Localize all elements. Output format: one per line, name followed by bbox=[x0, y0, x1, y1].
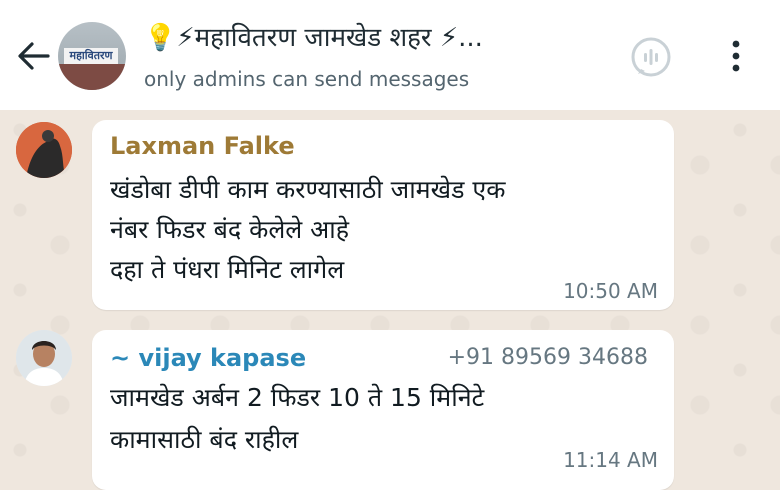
message-sender: ~ vijay kapase bbox=[110, 344, 307, 372]
chat-header: महावितरण 💡⚡महावितरण जामखेड शहर ⚡... only… bbox=[0, 0, 780, 110]
more-vert-icon[interactable] bbox=[724, 38, 748, 76]
back-arrow-icon[interactable] bbox=[14, 38, 54, 74]
group-avatar[interactable]: महावितरण bbox=[58, 22, 126, 90]
message-bubble-1[interactable]: Laxman Falke खंडोबा डीपी काम करण्यासाठी … bbox=[92, 120, 674, 310]
message-bubble-2[interactable]: ~ vijay kapase +91 89569 34688 जामखेड अर… bbox=[92, 330, 674, 490]
avatar-sign-text: महावितरण bbox=[64, 48, 118, 64]
group-title[interactable]: 💡⚡महावितरण जामखेड शहर ⚡... bbox=[144, 16, 614, 60]
message-text-line: कामासाठी बंद राहील bbox=[110, 425, 299, 454]
message-sender: Laxman Falke bbox=[110, 132, 295, 160]
message-timestamp: 10:50 AM bbox=[563, 279, 658, 303]
message-text-line: नंबर फिडर बंद केलेले आहे bbox=[110, 215, 349, 244]
message-text-line: जामखेड अर्बन 2 फिडर 10 ते 15 मिनिटे bbox=[110, 383, 485, 412]
sender-phone-number: +91 89569 34688 bbox=[447, 345, 648, 370]
group-subtitle: only admins can send messages bbox=[144, 67, 470, 91]
sender-avatar-vijay[interactable] bbox=[16, 330, 72, 386]
message-text-line: दहा ते पंधरा मिनिट लागेल bbox=[110, 255, 345, 284]
avatar-wall bbox=[58, 64, 126, 90]
message-text-line: खंडोबा डीपी काम करण्यासाठी जामखेड एक bbox=[110, 175, 506, 204]
audio-call-icon[interactable] bbox=[630, 36, 672, 78]
sender-avatar-laxman[interactable] bbox=[16, 122, 72, 178]
